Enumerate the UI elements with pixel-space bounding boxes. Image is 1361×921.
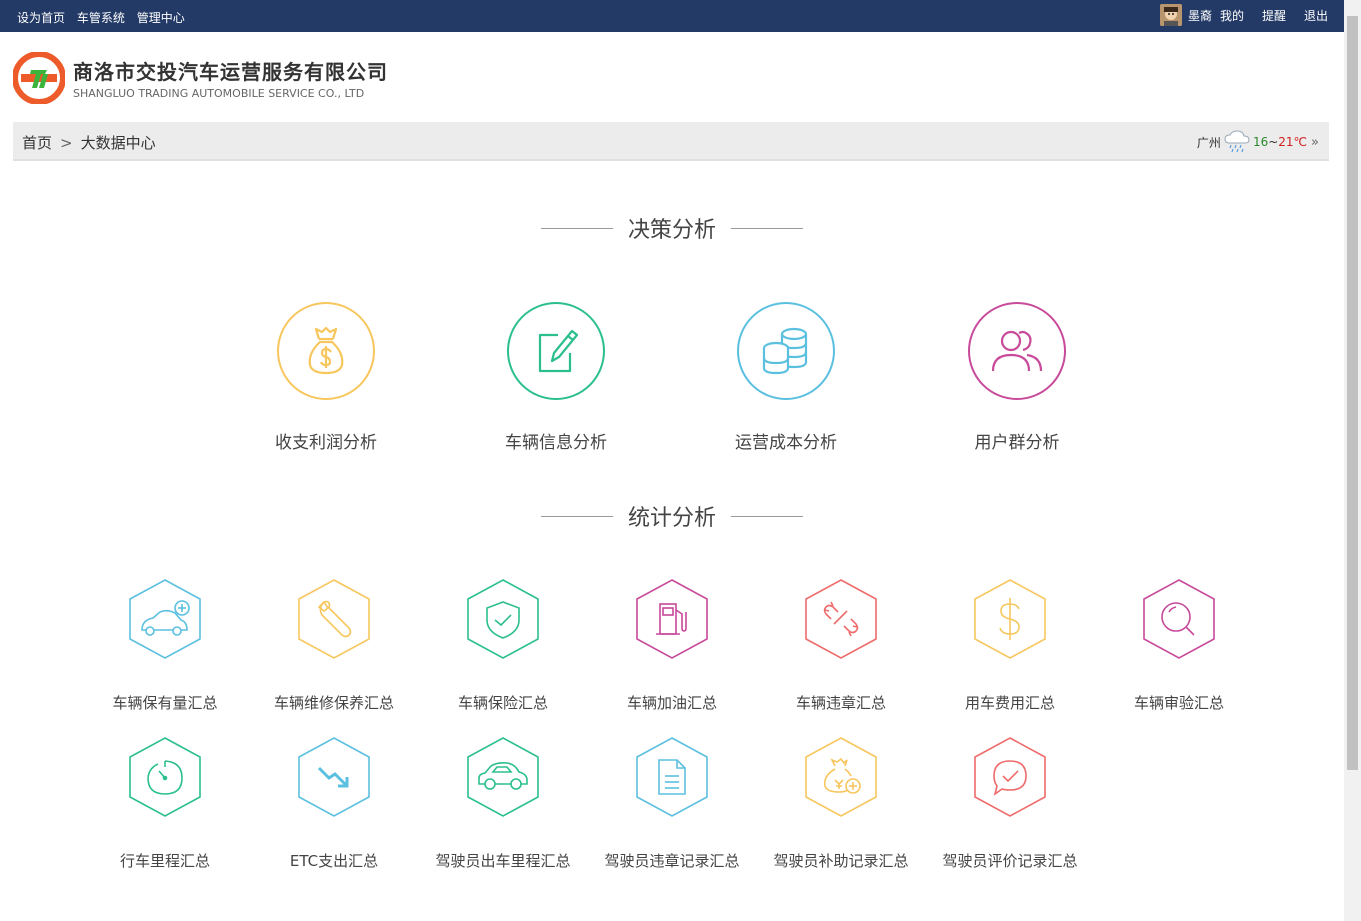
decision-item[interactable]: 用户群分析 — [927, 302, 1107, 453]
stat-item[interactable]: ETC支出汇总 — [250, 736, 418, 871]
stat-item-label: ETC支出汇总 — [289, 852, 379, 870]
stat-item[interactable]: 行车里程汇总 — [81, 736, 249, 871]
weather-widget[interactable]: 广州 16 ~21℃ » — [1197, 130, 1319, 154]
coins-icon — [737, 302, 835, 400]
decision-item-label: 收支利润分析 — [275, 433, 377, 453]
stat-item-label: 驾驶员评价记录汇总 — [942, 852, 1078, 870]
timer-icon — [129, 737, 201, 817]
company-name-en: SHANGLUO TRADING AUTOMOBILE SERVICE CO.,… — [73, 87, 365, 100]
stat-item-label: 车辆违章汇总 — [795, 694, 886, 712]
username[interactable]: 墨裔 — [1188, 7, 1212, 24]
section-title-decision: 决策分析 — [541, 212, 803, 244]
stat-item[interactable]: 车辆保险汇总 — [419, 578, 587, 713]
mine-link[interactable]: 我的 — [1220, 7, 1244, 24]
stat-item-label: 驾驶员出车里程汇总 — [435, 852, 571, 870]
shield-check-icon — [467, 579, 539, 659]
car-add-icon — [129, 579, 201, 659]
decision-item-label: 车辆信息分析 — [505, 433, 607, 453]
car-icon — [467, 737, 539, 817]
stat-item[interactable]: 车辆审验汇总 — [1095, 578, 1263, 713]
admin-center-link[interactable]: 管理中心 — [137, 11, 185, 25]
double-chevron-right-icon[interactable]: » — [1311, 135, 1319, 150]
dollar-icon — [974, 579, 1046, 659]
stat-item-label: 车辆维修保养汇总 — [273, 694, 394, 712]
document-icon — [636, 737, 708, 817]
vehicle-system-link[interactable]: 车管系统 — [77, 11, 125, 25]
stat-item[interactable]: 驾驶员补助记录汇总 — [757, 736, 925, 871]
stat-item[interactable]: 车辆违章汇总 — [757, 578, 925, 713]
weather-tilde: ~ — [1268, 135, 1279, 149]
users-icon — [968, 302, 1066, 400]
scrollbar-thumb[interactable] — [1347, 16, 1358, 770]
stat-item-label: 驾驶员违章记录汇总 — [604, 852, 740, 870]
stat-item-label: 行车里程汇总 — [119, 852, 210, 870]
money-plus-icon — [805, 737, 877, 817]
stat-item[interactable]: 驾驶员评价记录汇总 — [926, 736, 1094, 871]
breadcrumb: 首页 > 大数据中心 — [22, 132, 156, 153]
stat-item[interactable]: 驾驶员出车里程汇总 — [419, 736, 587, 871]
stat-item[interactable]: 车辆加油汇总 — [588, 578, 756, 713]
top-links: 设为首页 车管系统 管理中心 — [17, 9, 193, 26]
decision-item[interactable]: 收支利润分析 — [236, 302, 416, 453]
weather-high: 21℃ — [1278, 135, 1308, 149]
user-area: 墨裔 我的 提醒 退出 — [1159, 4, 1328, 26]
breadcrumb-bar: 首页 > 大数据中心 广州 16 ~21℃ » — [13, 122, 1329, 161]
wrench-icon — [298, 579, 370, 659]
fuel-pump-icon — [636, 579, 708, 659]
avatar[interactable] — [1159, 4, 1182, 26]
weather-low: 16 — [1252, 135, 1269, 149]
company-logo[interactable]: 商洛市交投汽车运营服务有限公司 SHANGLUO TRADING AUTOMOB… — [13, 52, 388, 104]
weather-city: 广州 — [1196, 135, 1221, 150]
stat-item[interactable]: 车辆维修保养汇总 — [250, 578, 418, 713]
stat-item-label: 驾驶员补助记录汇总 — [773, 852, 909, 870]
chat-check-icon — [974, 737, 1046, 817]
decision-item-label: 用户群分析 — [974, 433, 1060, 453]
stat-item[interactable]: 用车费用汇总 — [926, 578, 1094, 713]
stat-item[interactable]: 车辆保有量汇总 — [81, 578, 249, 713]
stat-item-label: 车辆审验汇总 — [1133, 694, 1224, 712]
decision-item[interactable]: 运营成本分析 — [696, 302, 876, 453]
magnifier-icon — [1143, 579, 1215, 659]
set-home-link[interactable]: 设为首页 — [17, 11, 65, 25]
edit-icon — [507, 302, 605, 400]
rain-cloud-icon — [1224, 130, 1250, 153]
decision-item-label: 运营成本分析 — [735, 433, 837, 453]
trend-down-icon — [298, 737, 370, 817]
section-title-statistics: 统计分析 — [541, 500, 803, 532]
broken-link-icon — [805, 579, 877, 659]
breadcrumb-separator: > — [60, 134, 73, 152]
logo-mark-icon — [13, 52, 65, 104]
money-bag-icon — [277, 302, 375, 400]
top-bar: 设为首页 车管系统 管理中心 墨裔 我的 提醒 退出 — [0, 0, 1344, 32]
breadcrumb-current: 大数据中心 — [80, 134, 156, 152]
stat-item-label: 车辆保有量汇总 — [112, 694, 218, 712]
breadcrumb-home[interactable]: 首页 — [22, 134, 52, 152]
stat-item-label: 用车费用汇总 — [964, 694, 1055, 712]
decision-item[interactable]: 车辆信息分析 — [466, 302, 646, 453]
stat-item-label: 车辆加油汇总 — [626, 694, 717, 712]
reminder-link[interactable]: 提醒 — [1262, 7, 1286, 24]
stat-item[interactable]: 驾驶员违章记录汇总 — [588, 736, 756, 871]
company-name-cn: 商洛市交投汽车运营服务有限公司 — [73, 60, 388, 84]
stat-item-label: 车辆保险汇总 — [457, 694, 548, 712]
scrollbar[interactable] — [1344, 0, 1361, 921]
logout-link[interactable]: 退出 — [1304, 7, 1328, 24]
